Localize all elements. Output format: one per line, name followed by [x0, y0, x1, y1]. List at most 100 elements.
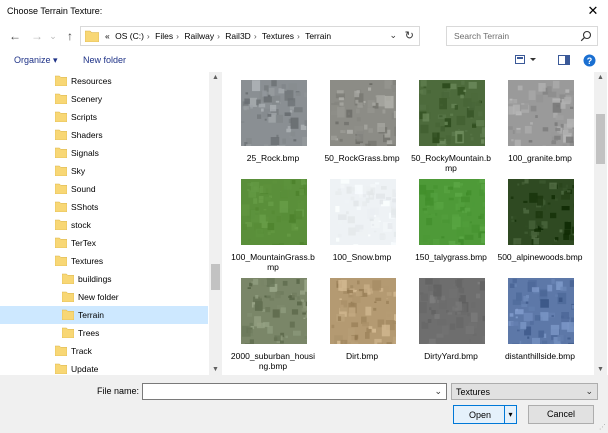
cancel-button[interactable]: Cancel: [528, 405, 594, 424]
sidebar-item-trees[interactable]: Trees: [0, 324, 208, 342]
file-item[interactable]: 100_Snow.bmp: [317, 174, 407, 274]
sidebar-item-label: Shaders: [71, 130, 103, 140]
new-folder-button[interactable]: New folder: [83, 55, 126, 65]
breadcrumb-files[interactable]: Files: [155, 31, 173, 41]
sidebar-item-scripts[interactable]: Scripts: [0, 108, 208, 126]
texture-thumbnail-alpinewoods: [508, 179, 574, 245]
sidebar-item-sshots[interactable]: SShots: [0, 198, 208, 216]
address-bar[interactable]: « OS (C:) › Files › Railway › Rail3D › Textu…: [80, 26, 420, 46]
file-item[interactable]: 100_MountainGrass.bmp: [228, 174, 318, 274]
scrollbar-thumb[interactable]: [211, 264, 220, 290]
open-button-label: Open: [468, 410, 492, 420]
search-icon[interactable]: [580, 30, 592, 42]
sidebar-item-label: New folder: [78, 292, 119, 302]
file-name: 100_Snow.bmp: [332, 252, 392, 262]
file-name-input[interactable]: ⌄: [142, 383, 447, 400]
sidebar-item-sound[interactable]: Sound: [0, 180, 208, 198]
breadcrumb-os-drive[interactable]: OS (C:): [115, 31, 144, 41]
scroll-up-arrow-icon[interactable]: ▲: [594, 74, 607, 81]
breadcrumb-terrain[interactable]: Terrain: [305, 31, 331, 41]
navigation-pane: Resources Scenery Scripts Shaders Signals Sky…: [0, 72, 222, 375]
open-button[interactable]: Open ▾: [453, 405, 517, 424]
preview-pane-icon: [558, 55, 570, 65]
file-item[interactable]: 100_granite.bmp: [495, 75, 585, 175]
scrollbar-thumb[interactable]: [596, 114, 605, 164]
help-icon: ?: [583, 54, 596, 67]
resize-grip-icon[interactable]: ⋰: [599, 423, 606, 431]
sidebar-item-track[interactable]: Track: [0, 342, 208, 360]
file-list-scrollbar[interactable]: ▲ ▼: [594, 72, 607, 375]
file-item[interactable]: distanthillside.bmp: [495, 273, 585, 373]
search-input[interactable]: Search Terrain: [446, 26, 598, 46]
sidebar-item-textures[interactable]: Textures: [0, 252, 208, 270]
file-name: DirtyYard.bmp: [424, 351, 478, 361]
texture-thumbnail-rockgrass: [330, 80, 396, 146]
sidebar-item-buildings[interactable]: buildings: [0, 270, 208, 288]
refresh-button[interactable]: ↻: [405, 29, 414, 42]
sidebar-item-signals[interactable]: Signals: [0, 144, 208, 162]
file-item[interactable]: 25_Rock.bmp: [228, 75, 318, 175]
file-item[interactable]: 2000_suburban_housing.bmp: [228, 273, 318, 373]
breadcrumb-overflow[interactable]: «: [105, 31, 110, 41]
breadcrumb-separator: ›: [297, 31, 300, 41]
sidebar-item-scenery[interactable]: Scenery: [0, 90, 208, 108]
organize-button[interactable]: Organize ▾: [14, 55, 58, 66]
file-item[interactable]: Dirt.bmp: [317, 273, 407, 373]
file-name: 150_talygrass.bmp: [415, 252, 487, 262]
breadcrumb: « OS (C:) › Files › Railway › Rail3D › Textu…: [105, 31, 334, 41]
sidebar-item-terrain[interactable]: Terrain: [0, 306, 208, 324]
sidebar-item-label: Update: [71, 364, 99, 374]
close-button[interactable]: ✕: [584, 2, 602, 20]
chevron-down-icon: ⌄: [585, 386, 593, 396]
recent-locations-dropdown[interactable]: ⌄: [45, 28, 61, 44]
breadcrumb-separator: ›: [217, 31, 220, 41]
folder-icon: [62, 309, 74, 320]
scroll-up-arrow-icon[interactable]: ▲: [209, 74, 222, 81]
folder-icon: [55, 183, 67, 194]
file-item[interactable]: 500_alpinewoods.bmp: [495, 174, 585, 274]
sidebar-item-new-folder[interactable]: New folder: [0, 288, 208, 306]
file-item[interactable]: 50_RockGrass.bmp: [317, 75, 407, 175]
scroll-down-arrow-icon[interactable]: ▼: [209, 366, 222, 373]
breadcrumb-rail3d[interactable]: Rail3D: [225, 31, 251, 41]
sidebar-item-tertex[interactable]: TerTex: [0, 234, 208, 252]
file-name-label: File name:: [97, 386, 140, 396]
texture-thumbnail-dirt: [330, 278, 396, 344]
open-options-dropdown[interactable]: ▾: [504, 406, 516, 423]
folder-icon: [55, 165, 67, 176]
navigation-pane-scrollbar[interactable]: ▲ ▼: [209, 72, 222, 375]
texture-thumbnail-suburban: [241, 278, 307, 344]
texture-thumbnail-rockymountain: [419, 80, 485, 146]
folder-icon: [62, 291, 74, 302]
preview-pane-button[interactable]: [558, 55, 570, 67]
sidebar-item-label: Resources: [71, 76, 112, 86]
file-item[interactable]: 150_talygrass.bmp: [406, 174, 496, 274]
address-dropdown-button[interactable]: ⌄: [389, 30, 397, 41]
change-view-button[interactable]: [515, 55, 537, 67]
help-button[interactable]: ?: [583, 54, 596, 69]
breadcrumb-separator: ›: [146, 31, 150, 41]
breadcrumb-railway[interactable]: Railway: [184, 31, 214, 41]
up-button[interactable]: ↑: [62, 28, 78, 44]
scroll-down-arrow-icon[interactable]: ▼: [594, 366, 607, 373]
file-item[interactable]: 50_RockyMountain.bmp: [406, 75, 496, 175]
sidebar-item-resources[interactable]: Resources: [0, 72, 208, 90]
file-name-dropdown-button[interactable]: ⌄: [434, 386, 442, 397]
file-name: 100_granite.bmp: [508, 153, 572, 163]
folder-icon: [55, 75, 67, 86]
folder-icon: [55, 93, 67, 104]
breadcrumb-textures[interactable]: Textures: [262, 31, 294, 41]
file-type-select[interactable]: Textures ⌄: [451, 383, 598, 400]
folder-icon: [62, 327, 74, 338]
file-name: 50_RockGrass.bmp: [324, 153, 400, 163]
forward-button[interactable]: →: [29, 28, 45, 44]
file-item[interactable]: DirtyYard.bmp: [406, 273, 496, 373]
file-name: 25_Rock.bmp: [246, 153, 300, 163]
back-button[interactable]: ←: [7, 28, 23, 44]
sidebar-item-stock[interactable]: stock: [0, 216, 208, 234]
sidebar-item-shaders[interactable]: Shaders: [0, 126, 208, 144]
sidebar-item-sky[interactable]: Sky: [0, 162, 208, 180]
sidebar-item-label: Textures: [71, 256, 104, 266]
sidebar-item-update[interactable]: Update: [0, 360, 208, 375]
breadcrumb-separator: ›: [176, 31, 179, 41]
